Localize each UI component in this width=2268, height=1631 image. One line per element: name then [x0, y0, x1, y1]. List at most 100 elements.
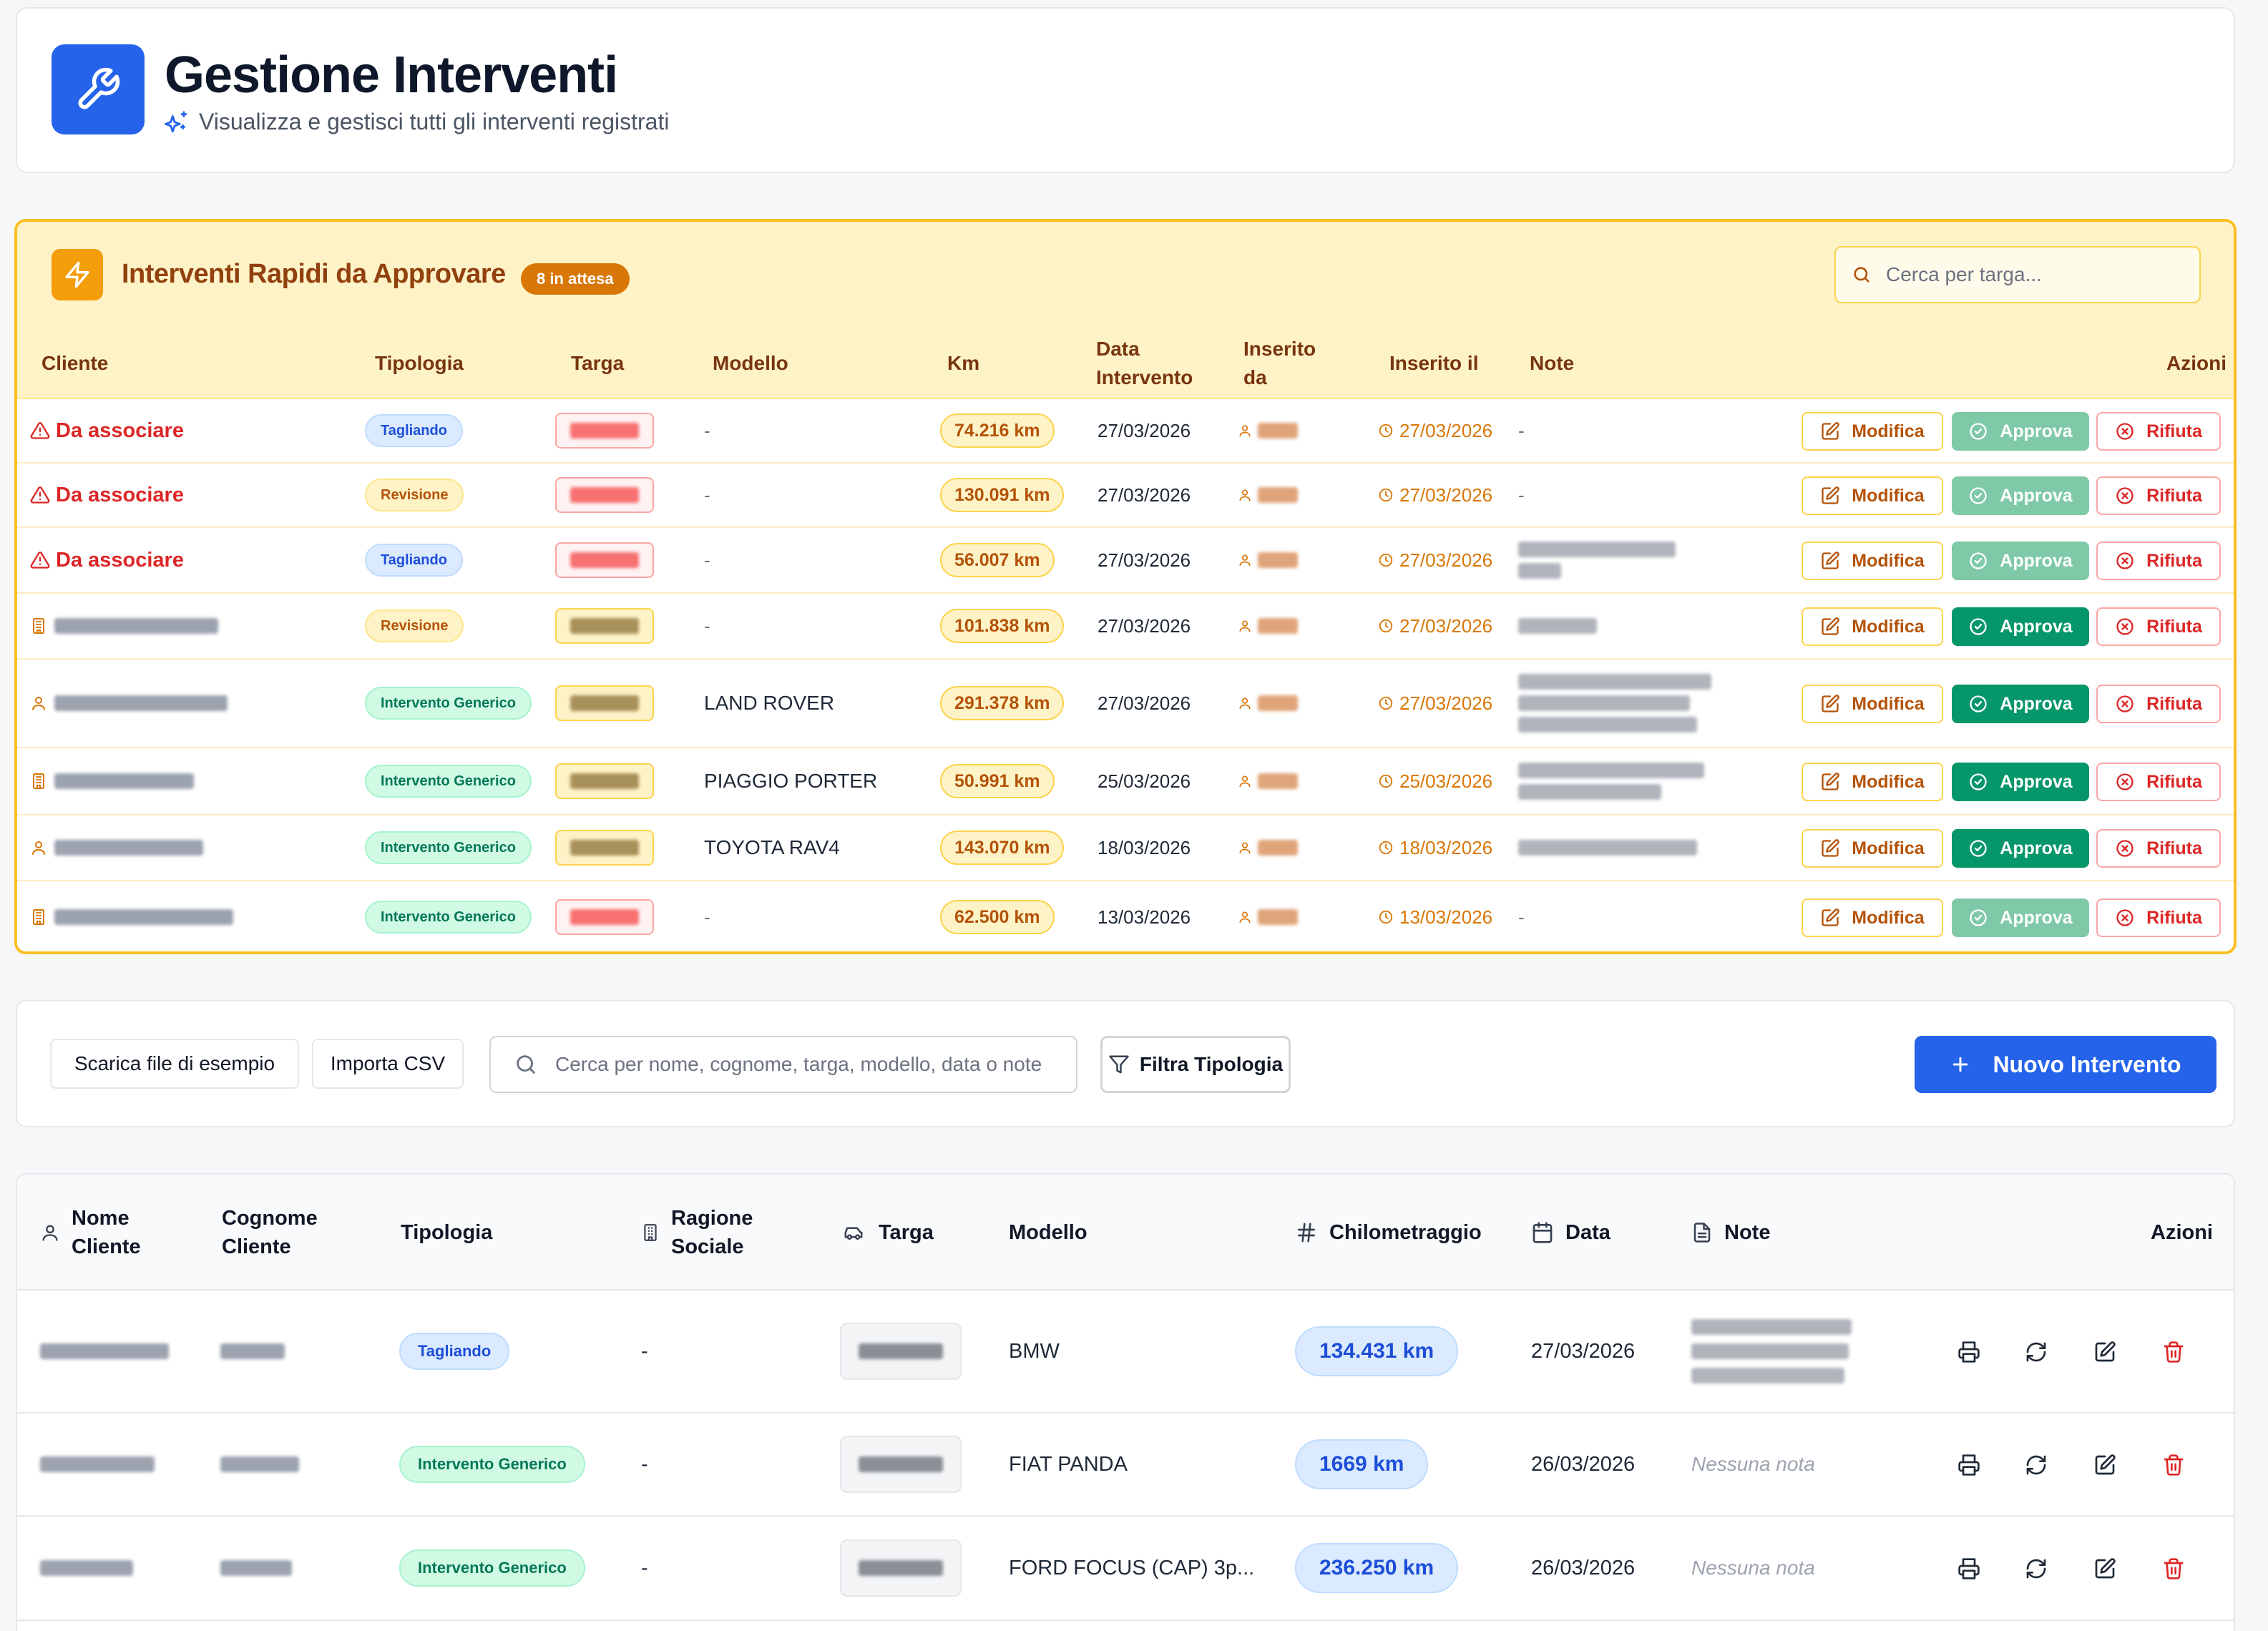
- main-search[interactable]: [489, 1036, 1077, 1093]
- user-icon: [1239, 911, 1251, 924]
- edit-button[interactable]: Modifica: [1802, 476, 1943, 515]
- edit-button[interactable]: Modifica: [1802, 412, 1943, 451]
- edit-button[interactable]: [2091, 1554, 2119, 1583]
- redacted-text: [859, 1560, 943, 1576]
- quick-note: [1518, 815, 1697, 880]
- km-badge: 101.838 km: [940, 609, 1065, 643]
- reject-button[interactable]: Rifiuta: [2096, 476, 2221, 515]
- reject-button[interactable]: Rifiuta: [2096, 829, 2221, 868]
- quick-tipologia: Tagliando: [365, 399, 463, 462]
- license-plate: [555, 899, 654, 935]
- edit-button[interactable]: Modifica: [1802, 607, 1943, 646]
- print-icon: [1958, 1454, 1980, 1476]
- col-main-data: Data: [1531, 1175, 1610, 1290]
- edit-button[interactable]: [2091, 1338, 2119, 1366]
- check-circle-icon: [1970, 423, 1987, 440]
- reject-button[interactable]: Rifiuta: [2096, 685, 2221, 723]
- edit-button[interactable]: Modifica: [1802, 542, 1943, 580]
- row-tipologia: Tagliando: [399, 1290, 510, 1412]
- km-badge: 236.250 km: [1295, 1543, 1459, 1593]
- refresh-button[interactable]: [2022, 1554, 2051, 1583]
- reject-button[interactable]: Rifiuta: [2096, 542, 2221, 580]
- quick-cliente: [30, 748, 194, 814]
- page-subtitle: Visualizza e gestisci tutti gli interven…: [165, 109, 669, 135]
- trash-button[interactable]: [2159, 1451, 2188, 1479]
- quick-modello: PIAGGIO PORTER: [704, 770, 878, 792]
- plate-search-input[interactable]: [1886, 263, 2172, 286]
- refresh-button[interactable]: [2022, 1451, 2051, 1479]
- quick-row: Intervento Generico PIAGGIO PORTER 50.991 …: [17, 748, 2234, 815]
- quick-cliente: Da associare: [30, 464, 184, 526]
- approve-button[interactable]: Approva: [1952, 542, 2089, 580]
- reject-button[interactable]: Rifiuta: [2096, 898, 2221, 937]
- approve-button[interactable]: Approva: [1952, 607, 2089, 646]
- row-cognome: [220, 1517, 292, 1620]
- type-badge: Tagliando: [365, 414, 463, 447]
- trash-button[interactable]: [2159, 1338, 2188, 1366]
- quick-cliente: [30, 881, 233, 951]
- col-nome-line1: Nome: [72, 1207, 129, 1230]
- license-plate: [555, 685, 654, 721]
- quick-tipologia: Revisione: [365, 594, 464, 658]
- reject-button[interactable]: Rifiuta: [2096, 763, 2221, 801]
- print-button[interactable]: [1955, 1554, 1983, 1583]
- row-note: Nessuna nota: [1691, 1557, 1815, 1579]
- edit-button[interactable]: [2091, 1451, 2119, 1479]
- redacted-text: [1258, 773, 1298, 789]
- edit-button[interactable]: Modifica: [1802, 685, 1943, 723]
- km-badge: 50.991 km: [940, 764, 1055, 798]
- km-badge: 130.091 km: [940, 478, 1065, 512]
- quick-row: Da associare Revisione - 130.091 km 27/03/20…: [17, 464, 2234, 528]
- import-csv-button[interactable]: Importa CSV: [312, 1039, 464, 1089]
- redacted-text: [859, 1456, 943, 1472]
- refresh-icon: [2026, 1559, 2046, 1579]
- download-sample-button[interactable]: Scarica file di esempio: [50, 1039, 299, 1089]
- quick-modello: -: [704, 419, 710, 441]
- filter-type-button[interactable]: Filtra Tipologia: [1100, 1036, 1291, 1093]
- reject-button-label: Rifiuta: [2146, 907, 2202, 928]
- hash-icon: [1298, 1223, 1315, 1243]
- license-plate: [555, 477, 654, 513]
- approve-button[interactable]: Approva: [1952, 685, 2089, 723]
- row-nome: [40, 1414, 155, 1515]
- sparkles-icon: [165, 110, 187, 132]
- edit-button[interactable]: Modifica: [1802, 898, 1943, 937]
- trash-icon: [2164, 1341, 2184, 1363]
- approve-button[interactable]: Approva: [1952, 763, 2089, 801]
- print-button[interactable]: [1955, 1451, 1983, 1479]
- col-cliente: Cliente: [41, 352, 109, 374]
- col-nome-line2: Cliente: [72, 1235, 141, 1258]
- approve-button[interactable]: Approva: [1952, 476, 2089, 515]
- reject-button[interactable]: Rifiuta: [2096, 607, 2221, 646]
- approve-button-label: Approva: [2000, 771, 2073, 792]
- file-text-icon: [1693, 1223, 1711, 1243]
- quick-data: 13/03/2026: [1098, 906, 1191, 928]
- refresh-button[interactable]: [2022, 1338, 2051, 1366]
- quick-inserito-il: 27/03/2026: [1378, 399, 1492, 462]
- approve-button[interactable]: Approva: [1952, 412, 2089, 451]
- quick-cliente-label: Da associare: [56, 483, 184, 506]
- approve-button[interactable]: Approva: [1952, 829, 2089, 868]
- edit-button[interactable]: Modifica: [1802, 829, 1943, 868]
- reject-button[interactable]: Rifiuta: [2096, 412, 2221, 451]
- redacted-text: [1691, 1343, 1849, 1359]
- car-icon: [844, 1227, 863, 1240]
- plus-icon: [1953, 1057, 1968, 1072]
- quick-data: 27/03/2026: [1098, 614, 1191, 637]
- approve-button[interactable]: Approva: [1952, 898, 2089, 937]
- edit-icon: [1822, 839, 1840, 857]
- print-button[interactable]: [1955, 1338, 1983, 1366]
- table-row: Intervento Generico - FIAT PANDA 1669 km 26/…: [17, 1414, 2234, 1517]
- edit-button[interactable]: Modifica: [1802, 763, 1943, 801]
- main-search-input[interactable]: [555, 1053, 1042, 1076]
- plate-search[interactable]: [1834, 246, 2201, 303]
- quick-inserito-da: [1238, 881, 1298, 951]
- quick-targa: [555, 815, 654, 880]
- row-data: 27/03/2026: [1531, 1339, 1636, 1363]
- new-intervention-button[interactable]: Nuovo Intervento: [1915, 1036, 2216, 1093]
- quick-targa: [555, 881, 654, 951]
- clock-icon: [1379, 696, 1393, 710]
- col-main-targa-label: Targa: [879, 1221, 934, 1244]
- quick-modello: TOYOTA RAV4: [704, 836, 840, 858]
- trash-button[interactable]: [2159, 1554, 2188, 1583]
